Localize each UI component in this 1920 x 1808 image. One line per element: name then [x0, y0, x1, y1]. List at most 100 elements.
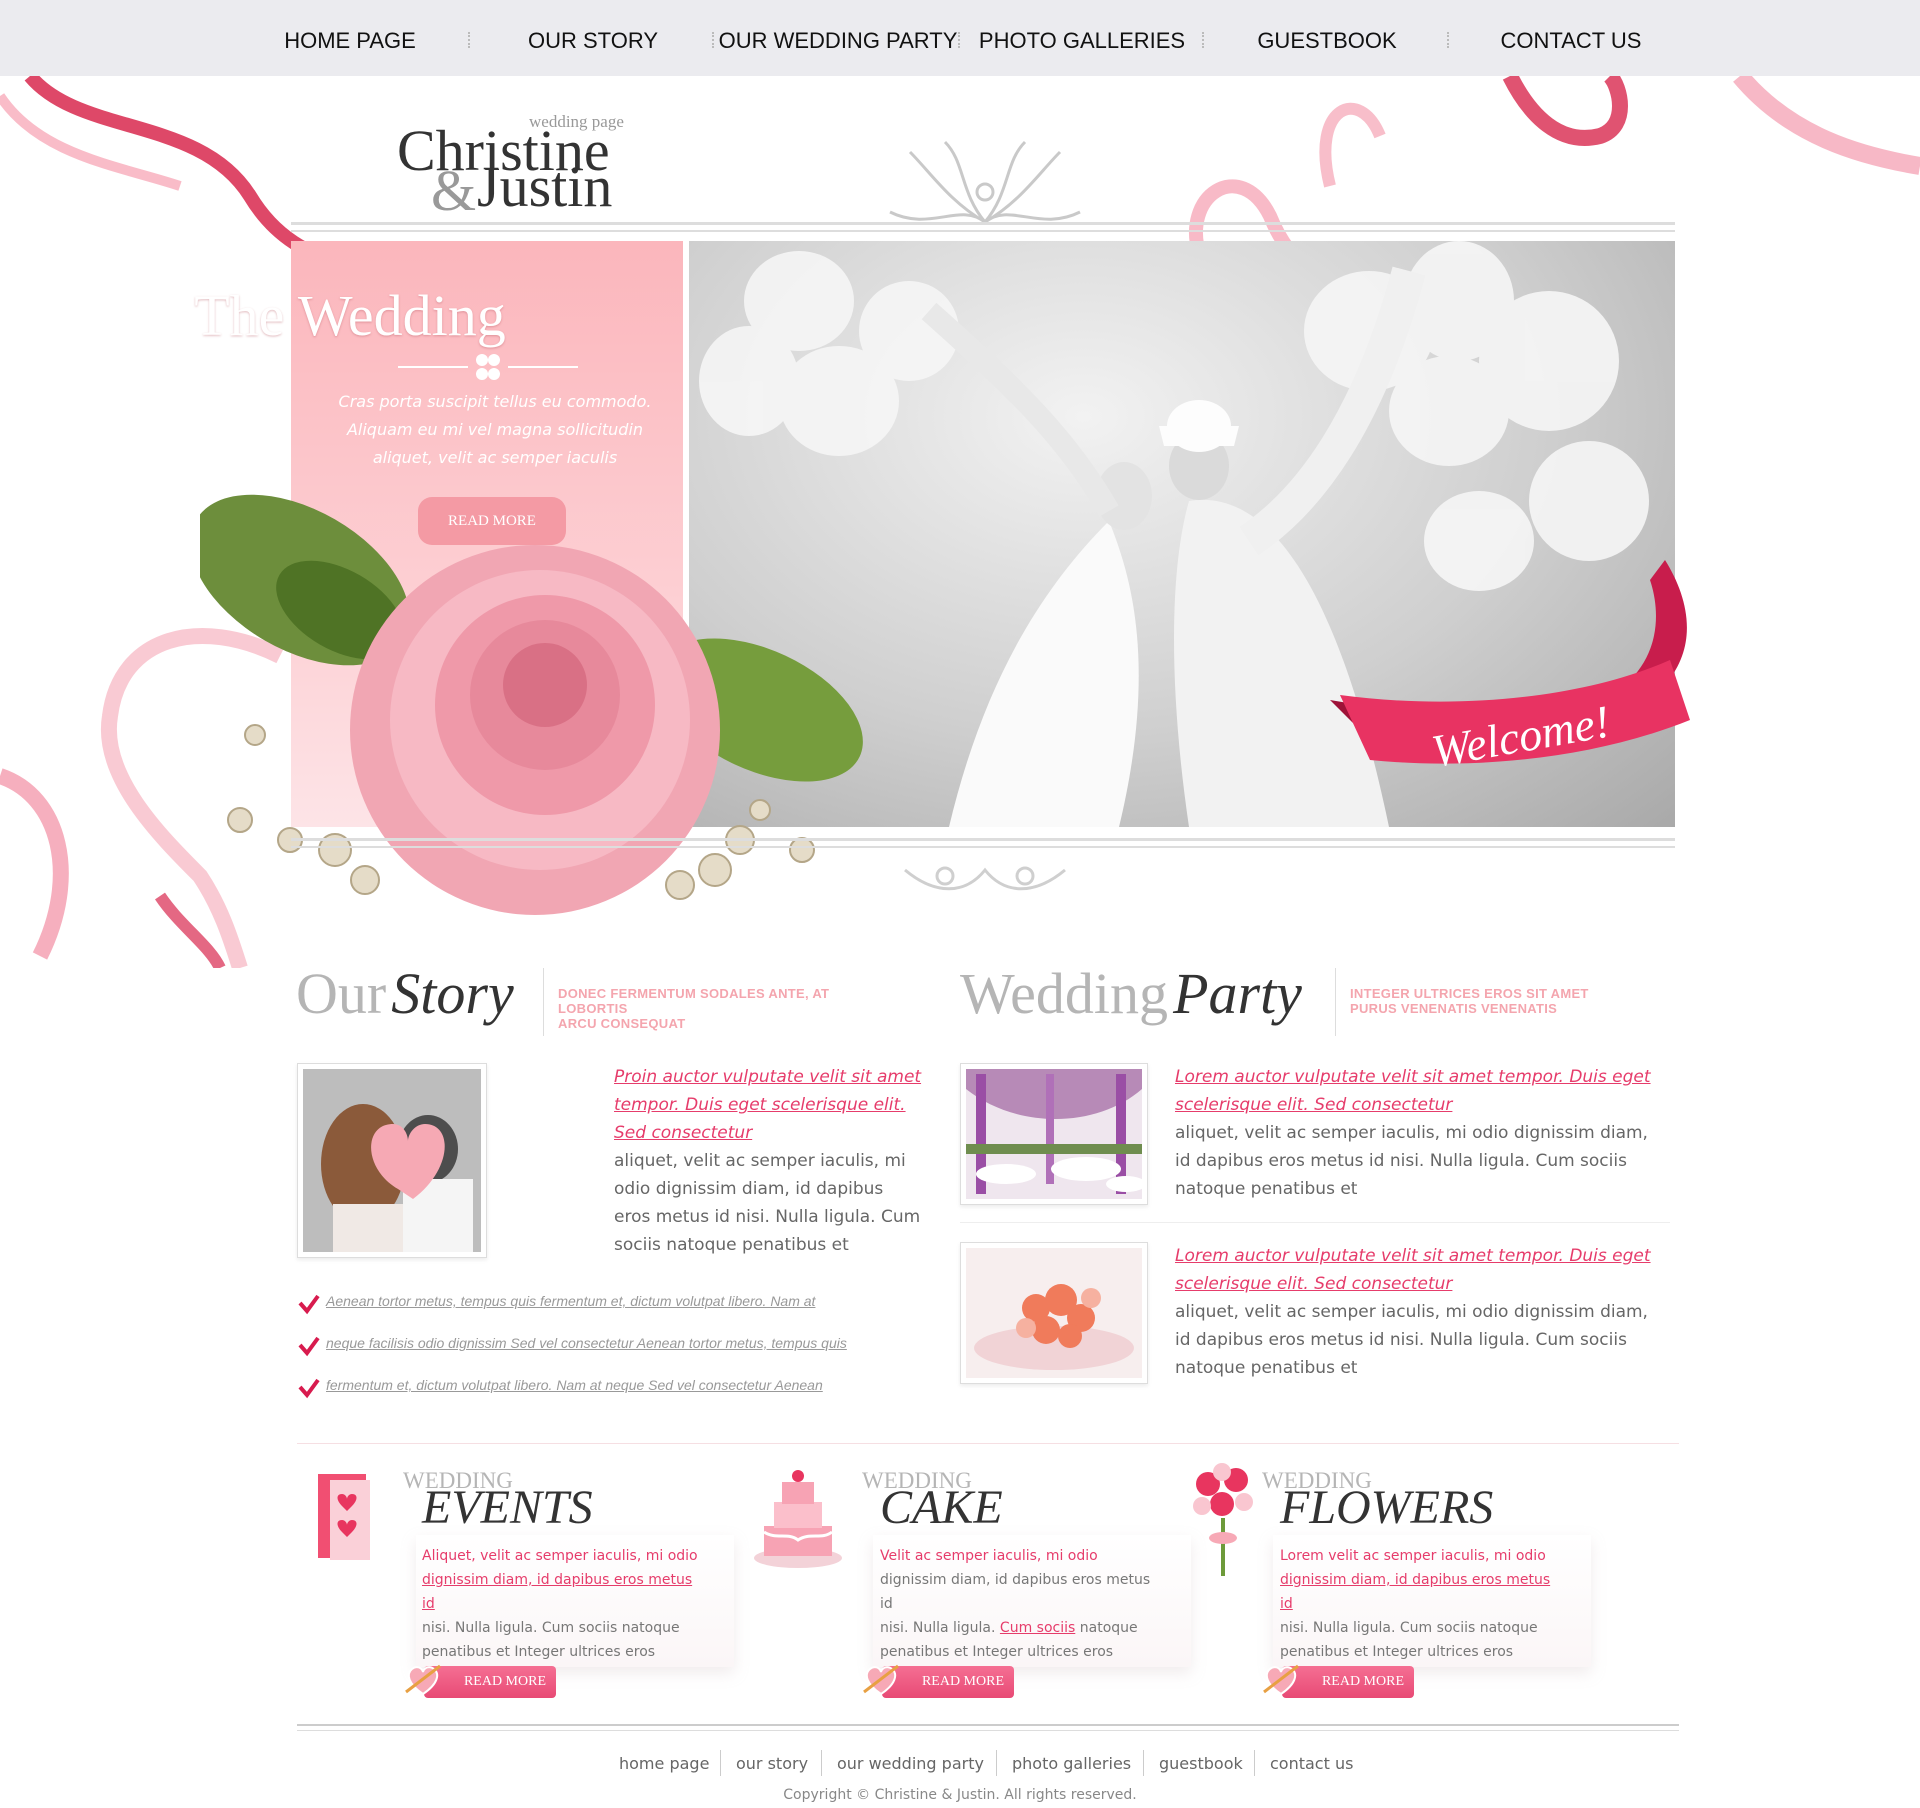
text-line: penatibus et Integer ultrices eros: [1280, 1644, 1514, 1660]
text-link[interactable]: dignissim diam, id dapibus eros metus id: [422, 1568, 707, 1616]
heart-icon: [1263, 1664, 1299, 1696]
party-photo: [960, 1063, 1148, 1205]
text-line: nisi. Nulla ligula. Cum sociis natoque: [1280, 1620, 1538, 1636]
party-text: aliquet, velit ac semper iaculis, mi odi…: [1175, 1302, 1648, 1378]
text-fragment: nisi. Nulla ligula.: [880, 1620, 1000, 1636]
title-part-dark: Story: [391, 961, 514, 1026]
checkmark-icon: [298, 1336, 320, 1357]
party-tagline: INTEGER ULTRICES EROS SIT AMET PURUS VEN…: [1350, 986, 1670, 1016]
nav-separator: [712, 32, 716, 48]
checklist-item: Aenean tortor metus, tempus quis ferment…: [298, 1293, 898, 1317]
story-link[interactable]: Proin auctor vulputate velit sit amet te…: [614, 1063, 924, 1147]
reception-photo-illustration: [966, 1069, 1146, 1199]
nav-separator: [468, 32, 472, 48]
site-logo[interactable]: wedding page Christine & Justin: [395, 110, 635, 220]
nav-separator: [1447, 32, 1451, 48]
nav-home-page[interactable]: HOME PAGE: [270, 0, 430, 76]
text-line: Velit ac semper iaculis, mi odio: [880, 1548, 1098, 1564]
footer-link-photo-galleries[interactable]: photo galleries: [1012, 1754, 1131, 1773]
tagline-line: DONEC FERMENTUM SODALES ANTE, AT LOBORTI…: [558, 986, 830, 1016]
button-label: READ MORE: [463, 1674, 546, 1689]
copyright: Copyright © Christine & Justin. All righ…: [783, 1787, 1137, 1803]
button-label: READ MORE: [921, 1674, 1004, 1689]
footer-link-guestbook[interactable]: guestbook: [1159, 1754, 1243, 1773]
footer-link-home-page[interactable]: home page: [619, 1754, 709, 1773]
events-text: Aliquet, velit ac semper iaculis, mi odi…: [422, 1544, 707, 1664]
party-article: Lorem auctor vulputate velit sit amet te…: [1175, 1063, 1665, 1203]
footer-separator: [1143, 1750, 1144, 1776]
nav-contact-us[interactable]: CONTACT US: [1491, 0, 1651, 76]
story-photo: [297, 1063, 487, 1258]
footer-link-our-wedding-party[interactable]: our wedding party: [837, 1754, 984, 1773]
card-icon: [318, 1474, 370, 1560]
tagline-line: INTEGER ULTRICES EROS SIT AMET: [1350, 986, 1589, 1001]
flowers-read-more-button[interactable]: READ MORE: [1263, 1664, 1414, 1698]
divider-line: [291, 230, 1675, 232]
divider-line: [291, 846, 1675, 848]
nav-our-wedding-party[interactable]: OUR WEDDING PARTY: [718, 0, 958, 76]
rose-decoration: [200, 494, 863, 915]
nav-photo-galleries[interactable]: PHOTO GALLERIES: [972, 0, 1192, 76]
tagline-line: ARCU CONSEQUAT: [558, 1016, 686, 1031]
checklist-link[interactable]: fermentum et, dictum volutpat libero. Na…: [326, 1377, 823, 1393]
checklist-item: fermentum et, dictum volutpat libero. Na…: [298, 1377, 898, 1401]
party-article: Lorem auctor vulputate velit sit amet te…: [1175, 1242, 1665, 1382]
hero-title: The Wedding: [194, 283, 506, 348]
logo-name-justin: Justin: [477, 154, 613, 219]
heart-icon: [405, 1664, 441, 1696]
text-line: penatibus et Integer ultrices eros: [880, 1644, 1114, 1660]
nav-guestbook[interactable]: GUESTBOOK: [1247, 0, 1407, 76]
section-separator: [297, 1443, 1679, 1444]
text-fragment: natoque: [1075, 1620, 1138, 1636]
footer-separator: [821, 1750, 822, 1776]
item-separator: [960, 1222, 1670, 1223]
block-title-cake: CAKE: [880, 1481, 1003, 1534]
nav-separator: [1202, 32, 1206, 48]
divider-line: [291, 222, 1675, 225]
checklist-link[interactable]: Aenean tortor metus, tempus quis ferment…: [326, 1293, 815, 1309]
block-title-events: EVENTS: [422, 1481, 593, 1534]
welcome-ribbon: Welcome!: [1330, 560, 1690, 777]
button-label: READ MORE: [1321, 1674, 1404, 1689]
block-title-flowers: FLOWERS: [1280, 1481, 1494, 1534]
heart-icon: [863, 1664, 899, 1696]
divider-line: [291, 838, 1675, 841]
text-link[interactable]: dignissim diam, id dapibus eros metus id: [1280, 1568, 1565, 1616]
party-photo: [960, 1242, 1148, 1384]
nav-separator: [958, 32, 962, 48]
cake-read-more-button[interactable]: READ MORE: [863, 1664, 1014, 1698]
text-line: Aliquet, velit ac semper iaculis, mi odi…: [422, 1548, 698, 1564]
checklist-link[interactable]: neque facilisis odio dignissim Sed vel c…: [326, 1335, 847, 1351]
flourish-icon: [398, 354, 578, 380]
footer-link-our-story[interactable]: our story: [736, 1754, 808, 1773]
text-line: nisi. Nulla ligula. Cum sociis natoque: [422, 1620, 680, 1636]
checkmark-icon: [298, 1378, 320, 1399]
title-part-grey: Our: [296, 961, 387, 1026]
party-link[interactable]: Lorem auctor vulputate velit sit amet te…: [1175, 1242, 1665, 1298]
footer-link-contact-us[interactable]: contact us: [1270, 1754, 1353, 1773]
text-link[interactable]: Cum sociis: [1000, 1620, 1075, 1636]
heading-divider: [543, 968, 544, 1036]
footer-separator: [720, 1750, 721, 1776]
cake-text: Velit ac semper iaculis, mi odio digniss…: [880, 1544, 1165, 1664]
top-navigation: HOME PAGE OUR STORY OUR WEDDING PARTY PH…: [0, 0, 1920, 76]
kiss-photo-illustration: [303, 1069, 481, 1252]
text-line: Lorem velit ac semper iaculis, mi odio: [1280, 1548, 1546, 1564]
ornament-bottom-icon: [904, 866, 1066, 891]
bouquet-photo-illustration: [966, 1248, 1142, 1378]
hero-text: Cras porta suscipit tellus eu commodo. A…: [338, 392, 652, 467]
ornament-icon: [889, 140, 1081, 224]
story-article: Proin auctor vulputate velit sit amet te…: [614, 1063, 924, 1259]
events-read-more-button[interactable]: READ MORE: [405, 1664, 556, 1698]
flowers-icon: [1193, 1463, 1253, 1576]
party-text: aliquet, velit ac semper iaculis, mi odi…: [1175, 1123, 1648, 1199]
checkmark-icon: [298, 1294, 320, 1315]
heading-divider: [1335, 968, 1336, 1036]
title-part-grey: Wedding: [960, 961, 1168, 1026]
footer-divider: [297, 1724, 1679, 1731]
story-tagline: DONEC FERMENTUM SODALES ANTE, AT LOBORTI…: [558, 986, 898, 1031]
party-link[interactable]: Lorem auctor vulputate velit sit amet te…: [1175, 1063, 1665, 1119]
text-line: nisi. Nulla ligula. Cum sociis natoque: [880, 1616, 1165, 1640]
checklist-item: neque facilisis odio dignissim Sed vel c…: [298, 1335, 898, 1359]
nav-our-story[interactable]: OUR STORY: [513, 0, 673, 76]
